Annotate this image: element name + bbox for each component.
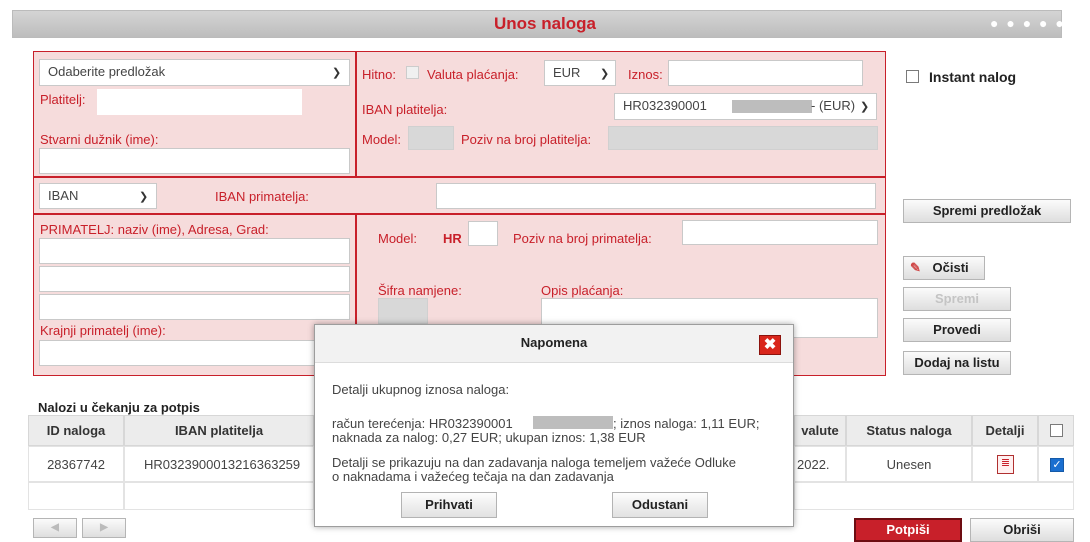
dialog-title: Napomena [520,335,588,350]
col-id-naloga: ID naloga [28,415,124,446]
napomena-dialog: Napomena ✖ Detalji ukupnog iznosa naloga… [314,324,794,527]
eraser-icon: ✎ [910,260,921,275]
col-detalji: Detalji [972,415,1038,446]
stvarni-duznik-input[interactable] [39,148,350,174]
sifra-namjene-label: Šifra namjene: [378,283,462,298]
opis-placanja-label: Opis plaćanja: [541,283,624,298]
odustani-button[interactable]: Odustani [612,492,708,518]
iban-platitelja-select[interactable]: HR032390001 - (EUR) ❯ [614,93,877,120]
table-row-select: ✓ [1038,446,1074,482]
top-cropped-strip [0,0,1090,8]
poziv-primatelja-label: Poziv na broj primatelja: [513,231,652,246]
iban-primatelja-label: IBAN primatelja: [215,189,309,204]
iznos-input[interactable] [668,60,863,86]
details-document-icon[interactable]: ≣ [997,455,1014,474]
dialog-line3: naknada za nalog: 0,27 EUR; ukupan iznos… [332,430,646,445]
prev-page-button[interactable]: ◀ [33,518,77,538]
valuta-label: Valuta plaćanja: [427,67,519,82]
dialog-line4: Detalji se prikazuju na dan zadavanja na… [332,455,736,470]
template-select-value: Odaberite predložak [48,64,166,79]
table-row-detalji: ≣ [972,446,1038,482]
iban-redacted [732,100,812,113]
dialog-line2a: račun terećenja: HR032390001 [332,416,513,431]
valuta-value: EUR [553,65,581,80]
col-status: Status naloga [846,415,972,446]
hitno-label: Hitno: [362,67,396,82]
dodaj-na-listu-button[interactable]: Dodaj na listu [903,351,1011,375]
sifra-namjene-input[interactable] [378,298,428,324]
pending-table-caption: Nalozi u čekanju za potpis [38,400,200,415]
ocisti-button[interactable]: ✎ Očisti [903,256,985,280]
instant-checkbox[interactable] [906,70,919,83]
ocisti-label: Očisti [932,260,969,275]
row-checkbox-checked[interactable]: ✓ [1050,458,1064,472]
obrisi-button[interactable]: Obriši [970,518,1074,542]
provedi-button[interactable]: Provedi [903,318,1011,342]
select-all-checkbox[interactable] [1050,424,1063,437]
model2-input[interactable] [468,221,498,246]
prihvati-button[interactable]: Prihvati [401,492,497,518]
next-page-button[interactable]: ▶ [82,518,126,538]
model-label: Model: [362,132,402,147]
primatelj-line3-input[interactable] [39,294,350,320]
template-select[interactable]: Odaberite predložak ❯ [39,59,350,86]
iban-platitelja-suffix: - (EUR) [811,98,856,113]
col-iban-platitelja: IBAN platitelja [124,415,314,446]
instant-label: Instant nalog [929,69,1017,85]
dialog-line5: o naknadama i važećeg tečaja na dan zada… [332,469,614,484]
poziv-platitelja-input[interactable] [608,126,878,150]
iban-platitelja-prefix: HR032390001 [623,98,707,113]
dialog-line1: Detalji ukupnog iznosa naloga: [332,382,510,397]
table-empty-row-b [124,482,314,510]
iban-primatelja-input[interactable] [436,183,876,209]
hitno-checkbox[interactable] [406,66,419,79]
iban-platitelja-label: IBAN platitelja: [362,102,448,117]
platitelj-label: Platitelj: [40,92,86,107]
model2-label: Model: [378,231,418,246]
col-valute: valute [794,415,846,446]
chevron-down-icon: ❯ [139,191,149,203]
close-icon[interactable]: ✖ [759,335,781,355]
table-row-id: 28367742 [28,446,124,482]
account-redacted [533,416,613,429]
platitelj-input[interactable] [97,89,302,115]
chevron-down-icon: ❯ [600,68,610,80]
chevron-down-icon: ❯ [860,101,870,113]
table-row-iban: HR0323900013216363259 [124,446,314,482]
poziv-primatelja-input[interactable] [682,220,878,245]
spremi-predlozak-button[interactable]: Spremi predložak [903,199,1071,223]
page-title: Unos naloga [493,14,596,33]
krajnji-primatelj-input[interactable] [39,340,350,366]
model-input[interactable] [408,126,454,150]
iznos-label: Iznos: [628,67,663,82]
krajnji-primatelj-label: Krajnji primatelj (ime): [40,323,166,338]
chevron-down-icon: ❯ [332,67,342,79]
table-row-status: Unesen [846,446,972,482]
window-dots-icon[interactable]: ● ● ● ● ● [990,15,1066,31]
table-empty-row-a [28,482,124,510]
account-type-value: IBAN [48,188,79,203]
spremi-button[interactable]: Spremi [903,287,1011,311]
stvarni-duznik-label: Stvarni dužnik (ime): [40,132,159,147]
valuta-select[interactable]: EUR ❯ [544,60,616,86]
col-select-all [1038,415,1074,446]
potpisi-button[interactable]: Potpiši [854,518,962,542]
table-row-date: 2022. [794,446,846,482]
account-type-select[interactable]: IBAN ❯ [39,183,157,209]
primatelj-line2-input[interactable] [39,266,350,292]
model2-value: HR [443,231,462,246]
poziv-platitelja-label: Poziv na broj platitelja: [461,132,592,147]
primatelj-label: PRIMATELJ: naziv (ime), Adresa, Grad: [40,222,269,237]
dialog-line2b: ; iznos naloga: 1,11 EUR; [613,416,760,431]
table-empty-row-c [794,482,1074,510]
primatelj-line1-input[interactable] [39,238,350,264]
